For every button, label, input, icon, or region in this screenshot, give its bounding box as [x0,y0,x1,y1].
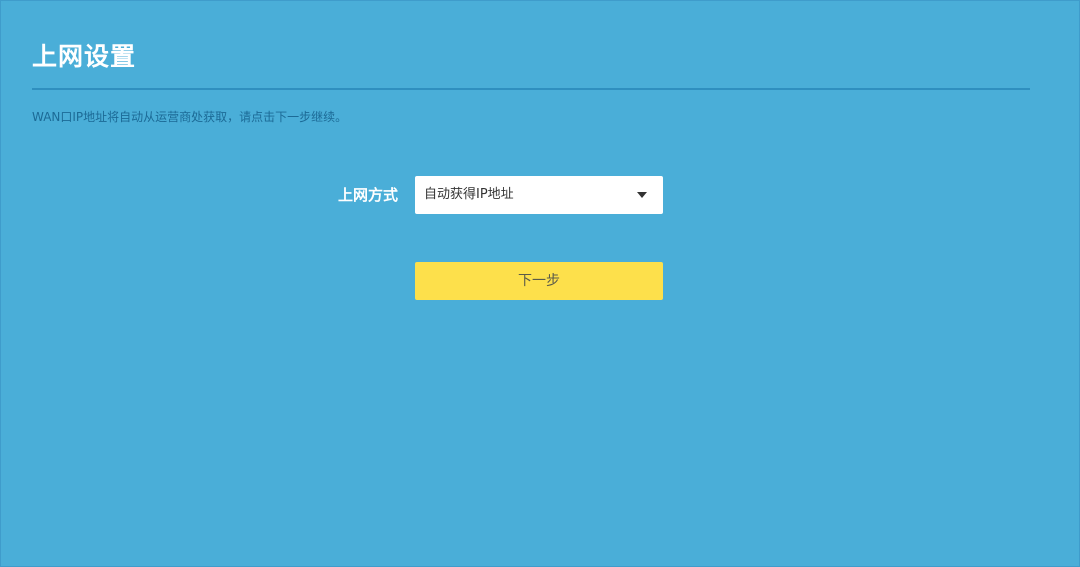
connection-type-label: 上网方式 [337,186,398,204]
next-button[interactable]: 下一步 [415,262,663,300]
title-divider [32,88,1030,90]
hint-text: WAN口IP地址将自动从运营商处获取，请点击下一步继续。 [32,110,348,124]
chevron-down-icon [637,192,647,198]
connection-type-row: 上网方式 自动获得IP地址 [0,176,1080,214]
connection-type-selected-value: 自动获得IP地址 [424,187,514,202]
page-title: 上网设置 [32,42,137,71]
connection-type-select[interactable]: 自动获得IP地址 [415,176,663,214]
